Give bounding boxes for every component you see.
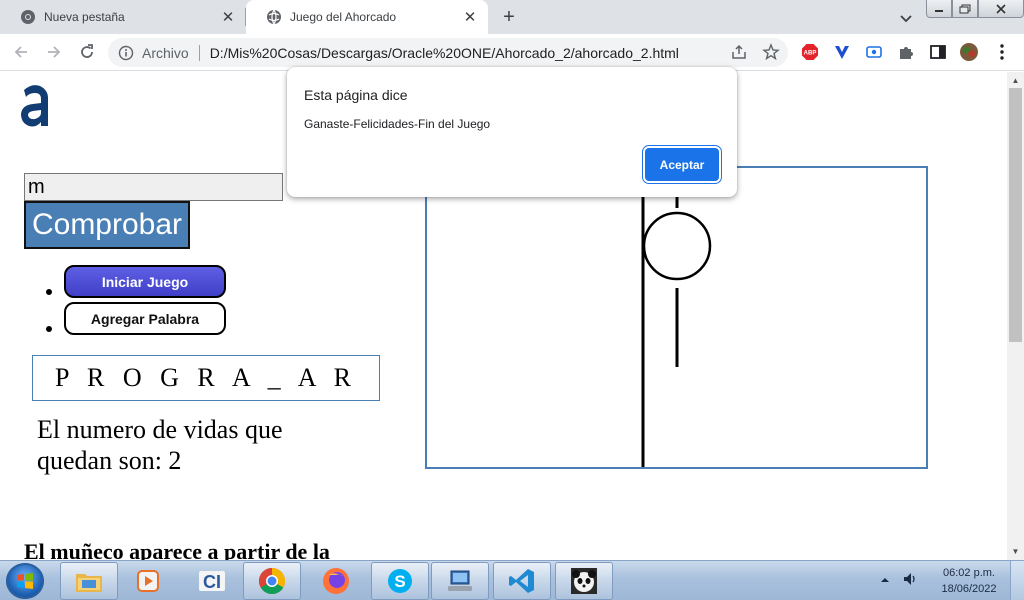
tab-juego-del-ahorcado[interactable]: Juego del Ahorcado ✕ [246,0,488,34]
word-display: P R O G R A _ A R [32,355,380,401]
vscode-taskbar-icon[interactable] [493,562,551,600]
show-desktop-button[interactable] [1010,561,1024,600]
svg-text:ABP: ABP [804,51,817,57]
address-url: D:/Mis%20Cosas/Descargas/Oracle%20ONE/Ah… [209,44,679,61]
brave-icon[interactable] [833,43,851,61]
alura-logo [20,82,52,133]
network-taskbar-icon[interactable] [431,562,489,600]
forward-icon[interactable] [42,40,66,64]
letter-input[interactable]: m [24,173,283,201]
browser-toolbar: Archivo D:/Mis%20Cosas/Descargas/Oracle%… [0,34,1024,71]
side-panel-icon[interactable] [929,43,947,61]
profile-avatar[interactable] [960,43,978,61]
hangman-canvas [425,166,928,469]
system-tray [880,561,918,600]
dialog-title: Esta página dice [304,87,408,103]
dialog-message: Ganaste-Felicidades-Fin del Juego [304,117,491,131]
svg-text:S: S [394,572,405,591]
media-player-taskbar-icon[interactable] [119,562,177,600]
clock-date: 18/06/2022 [941,583,997,595]
address-divider [198,44,200,61]
svg-text:CI: CI [203,572,221,592]
close-tab-icon[interactable]: ✕ [460,7,480,27]
scroll-thumb[interactable] [1009,88,1022,342]
close-tab-icon[interactable]: ✕ [218,7,238,27]
reload-icon[interactable] [75,40,99,64]
chrome-icon [20,9,36,25]
hangman-drawing [641,168,712,467]
puzzle-icon[interactable] [897,43,915,61]
bookmark-star-icon[interactable] [762,43,780,64]
restore-icon[interactable] [952,0,978,18]
new-tab-button[interactable]: + [498,6,520,28]
info-icon[interactable] [118,45,134,61]
tab-title: Juego del Ahorcado [290,10,397,24]
menu-kebab-icon[interactable] [993,43,1011,61]
skype-taskbar-icon[interactable]: S [371,562,429,600]
check-button[interactable]: Comprobar [24,201,190,249]
tab-new-tab[interactable]: Nueva pestaña ✕ [0,0,246,34]
add-word-button[interactable]: Agregar Palabra [64,302,226,335]
scroll-up-icon[interactable]: ▲ [1007,72,1024,89]
bottom-heading: El muñeco aparece a partir de la [24,539,330,560]
tab-title: Nueva pestaña [44,10,125,24]
back-icon[interactable] [9,40,33,64]
windows-taskbar: CI S 06:02 p.m. 18/06/2022 [0,560,1024,600]
tray-expand-icon[interactable] [880,572,890,590]
scroll-down-icon[interactable]: ▼ [1007,543,1024,560]
close-window-icon[interactable] [978,0,1024,18]
lives-text: El numero de vidas que quedan son: 2 [37,415,283,475]
minimize-icon[interactable] [926,0,952,18]
screen-icon[interactable] [865,43,883,61]
hangman-head [642,211,712,281]
address-prefix: Archivo [142,44,189,61]
clock-time: 06:02 p.m. [943,567,995,579]
page-scrollbar[interactable]: ▲ ▼ [1007,72,1024,560]
firefox-taskbar-icon[interactable] [307,562,365,600]
clock[interactable]: 06:02 p.m. 18/06/2022 [932,565,1006,597]
start-button[interactable] [6,563,44,599]
globe-icon [266,9,282,25]
windows-logo-icon [17,573,33,589]
chrome-taskbar-icon[interactable] [243,562,301,600]
tab-search-chevron-icon[interactable] [896,8,916,28]
alert-dialog: Esta página dice Ganaste-Felicidades-Fin… [287,67,737,197]
start-game-button[interactable]: Iniciar Juego [64,265,226,298]
ccleaner-taskbar-icon[interactable]: CI [183,562,241,600]
tab-strip: Nueva pestaña ✕ Juego del Ahorcado ✕ + [0,0,1024,34]
window-controls [926,0,1024,18]
address-bar[interactable]: Archivo D:/Mis%20Cosas/Descargas/Oracle%… [108,38,788,67]
volume-icon[interactable] [902,571,918,592]
explorer-taskbar-icon[interactable] [60,562,118,600]
share-icon[interactable] [730,43,748,64]
abp-icon[interactable]: ABP [801,43,819,61]
panda-app-taskbar-icon[interactable] [555,562,613,600]
accept-button[interactable]: Aceptar [645,148,719,181]
